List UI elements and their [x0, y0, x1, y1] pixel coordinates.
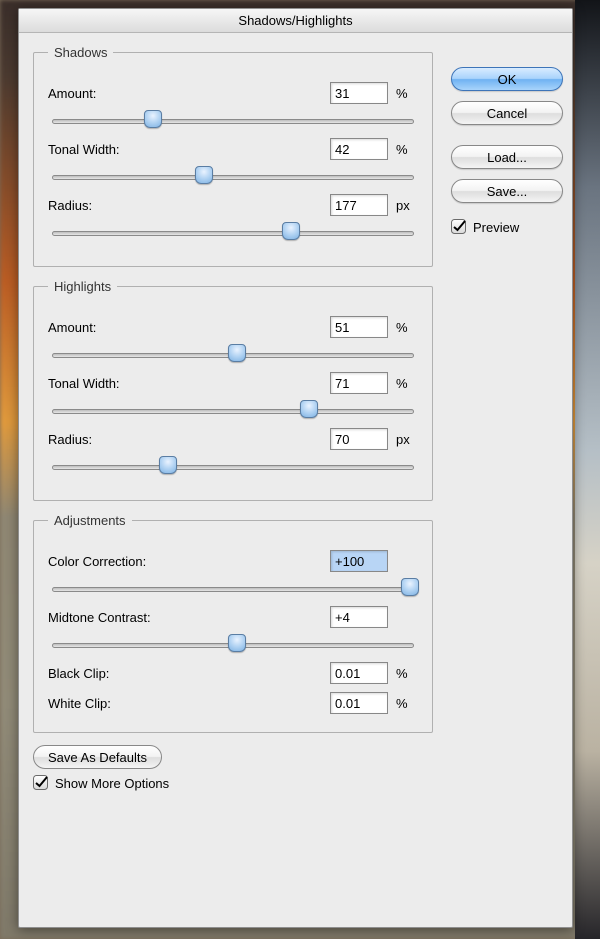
- shadows-amount-label: Amount:: [48, 86, 330, 101]
- adjustments-legend: Adjustments: [48, 513, 132, 528]
- cancel-button[interactable]: Cancel: [451, 101, 563, 125]
- shadows-tonal-label: Tonal Width:: [48, 142, 330, 157]
- color-correction-slider[interactable]: [48, 580, 418, 598]
- slider-track: [52, 231, 414, 236]
- black-clip-unit: %: [388, 666, 418, 681]
- side-column: OK Cancel Load... Save... Preview: [451, 67, 563, 235]
- midtone-contrast-slider[interactable]: [48, 636, 418, 654]
- slider-track: [52, 587, 414, 592]
- midtone-contrast-label: Midtone Contrast:: [48, 610, 330, 625]
- color-correction-label: Color Correction:: [48, 554, 330, 569]
- highlights-radius-label: Radius:: [48, 432, 330, 447]
- slider-track: [52, 465, 414, 470]
- save-as-defaults-button[interactable]: Save As Defaults: [33, 745, 162, 769]
- highlights-radius-unit: px: [388, 432, 418, 447]
- highlights-tonal-input[interactable]: [330, 372, 388, 394]
- slider-thumb[interactable]: [159, 456, 177, 474]
- slider-thumb[interactable]: [282, 222, 300, 240]
- show-more-options-checkbox[interactable]: Show More Options: [33, 775, 433, 791]
- shadows-radius-unit: px: [388, 198, 418, 213]
- highlights-amount-row: Amount: %: [48, 316, 418, 338]
- slider-thumb[interactable]: [401, 578, 419, 596]
- highlights-amount-slider[interactable]: [48, 346, 418, 364]
- slider-thumb[interactable]: [228, 634, 246, 652]
- highlights-legend: Highlights: [48, 279, 117, 294]
- shadows-amount-slider[interactable]: [48, 112, 418, 130]
- shadows-radius-slider[interactable]: [48, 224, 418, 242]
- highlights-tonal-label: Tonal Width:: [48, 376, 330, 391]
- shadows-tonal-slider[interactable]: [48, 168, 418, 186]
- highlights-tonal-unit: %: [388, 376, 418, 391]
- midtone-contrast-input[interactable]: [330, 606, 388, 628]
- shadows-highlights-dialog: Shadows/Highlights Shadows Amount: % Ton…: [18, 8, 573, 928]
- shadows-radius-label: Radius:: [48, 198, 330, 213]
- checkbox-checked-icon: [451, 219, 467, 235]
- slider-thumb[interactable]: [144, 110, 162, 128]
- shadows-tonal-input[interactable]: [330, 138, 388, 160]
- slider-track: [52, 175, 414, 180]
- highlights-radius-input[interactable]: [330, 428, 388, 450]
- highlights-amount-label: Amount:: [48, 320, 330, 335]
- slider-thumb[interactable]: [300, 400, 318, 418]
- black-clip-label: Black Clip:: [48, 666, 330, 681]
- shadows-amount-row: Amount: %: [48, 82, 418, 104]
- white-clip-unit: %: [388, 696, 418, 711]
- shadows-amount-input[interactable]: [330, 82, 388, 104]
- highlights-radius-row: Radius: px: [48, 428, 418, 450]
- white-clip-row: White Clip: %: [48, 692, 418, 714]
- slider-thumb[interactable]: [195, 166, 213, 184]
- white-clip-input[interactable]: [330, 692, 388, 714]
- shadows-radius-row: Radius: px: [48, 194, 418, 216]
- highlights-radius-slider[interactable]: [48, 458, 418, 476]
- shadows-amount-unit: %: [388, 86, 418, 101]
- dialog-content: Shadows Amount: % Tonal Width: %: [33, 45, 558, 915]
- midtone-contrast-row: Midtone Contrast:: [48, 606, 418, 628]
- highlights-tonal-slider[interactable]: [48, 402, 418, 420]
- main-column: Shadows Amount: % Tonal Width: %: [33, 45, 433, 791]
- slider-track: [52, 409, 414, 414]
- shadows-legend: Shadows: [48, 45, 113, 60]
- shadows-tonal-unit: %: [388, 142, 418, 157]
- black-clip-input[interactable]: [330, 662, 388, 684]
- adjustments-group: Adjustments Color Correction: Midtone Co…: [33, 513, 433, 733]
- color-correction-row: Color Correction:: [48, 550, 418, 572]
- preview-checkbox[interactable]: Preview: [451, 219, 563, 235]
- highlights-amount-unit: %: [388, 320, 418, 335]
- slider-thumb[interactable]: [228, 344, 246, 362]
- highlights-tonal-row: Tonal Width: %: [48, 372, 418, 394]
- shadows-tonal-row: Tonal Width: %: [48, 138, 418, 160]
- highlights-group: Highlights Amount: % Tonal Width: %: [33, 279, 433, 501]
- show-more-options-label: Show More Options: [55, 776, 169, 791]
- shadows-radius-input[interactable]: [330, 194, 388, 216]
- background-image-right: [575, 0, 600, 939]
- dialog-title: Shadows/Highlights: [19, 9, 572, 33]
- slider-track: [52, 119, 414, 124]
- ok-button[interactable]: OK: [451, 67, 563, 91]
- preview-label: Preview: [473, 220, 519, 235]
- checkbox-checked-icon: [33, 775, 49, 791]
- color-correction-input[interactable]: [330, 550, 388, 572]
- load-button[interactable]: Load...: [451, 145, 563, 169]
- save-button[interactable]: Save...: [451, 179, 563, 203]
- bottom-controls: Save As Defaults Show More Options: [33, 745, 433, 791]
- black-clip-row: Black Clip: %: [48, 662, 418, 684]
- shadows-group: Shadows Amount: % Tonal Width: %: [33, 45, 433, 267]
- white-clip-label: White Clip:: [48, 696, 330, 711]
- highlights-amount-input[interactable]: [330, 316, 388, 338]
